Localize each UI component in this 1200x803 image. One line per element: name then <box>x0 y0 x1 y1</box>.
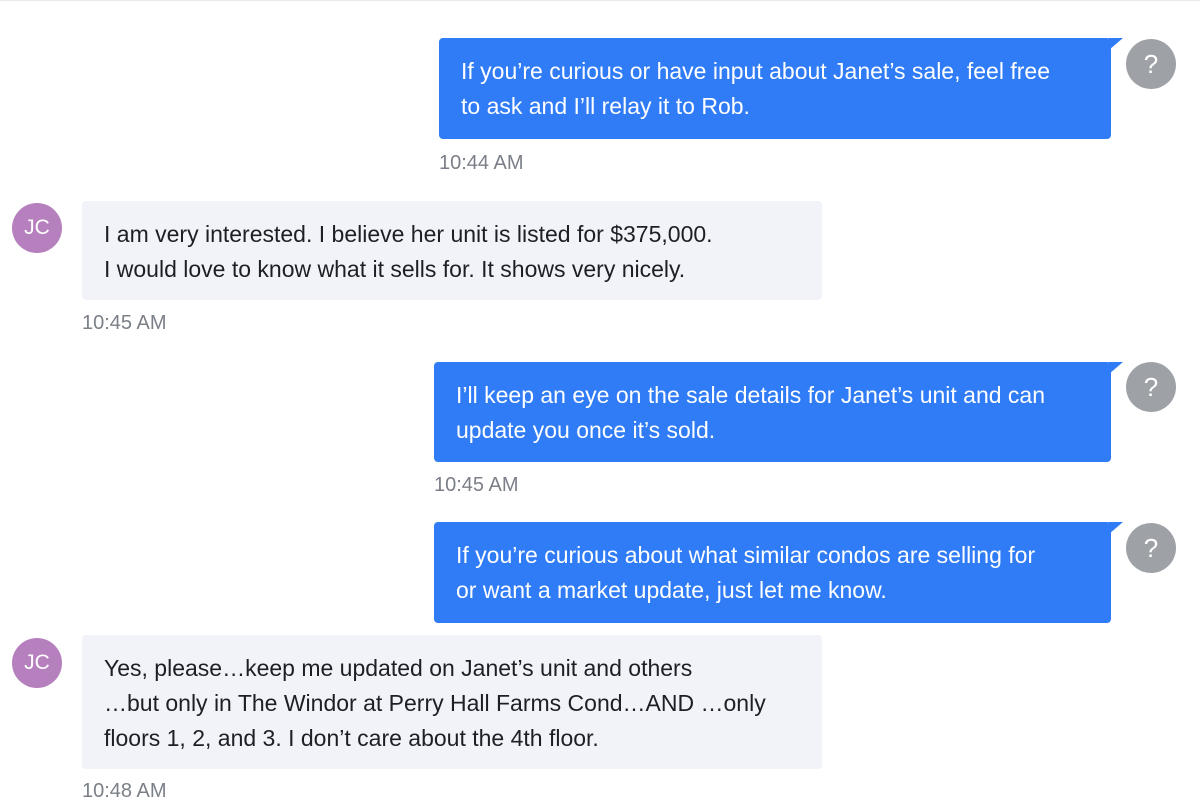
message-bubble-outgoing: If you’re curious or have input about Ja… <box>439 38 1123 139</box>
message-bubble-outgoing: I’ll keep an eye on the sale details for… <box>434 362 1123 462</box>
contact-avatar: JC <box>12 203 62 253</box>
question-mark-icon: ? <box>1143 532 1159 563</box>
message-text-line: …but only in The Windor at Perry Hall Fa… <box>104 690 766 716</box>
agent-avatar: ? <box>1126 39 1176 89</box>
message-bubble-incoming: Yes, please…keep me updated on Janet’s u… <box>82 635 822 769</box>
message-text-line: If you’re curious about what similar con… <box>456 542 1036 568</box>
agent-avatar: ? <box>1126 362 1176 412</box>
message-timestamp: 10:45 AM <box>434 474 519 496</box>
message-text-line: update you once it’s sold. <box>456 417 716 443</box>
message-bubble-incoming: I am very interested. I believe her unit… <box>82 201 822 300</box>
message-text-line: I would love to know what it sells for. … <box>104 256 686 282</box>
question-mark-icon: ? <box>1143 371 1159 402</box>
message-text-line: to ask and I’ll relay it to Rob. <box>461 93 750 119</box>
message-bubble-outgoing: If you’re curious about what similar con… <box>434 522 1123 623</box>
message-text-line: I am very interested. I believe her unit… <box>104 221 713 247</box>
question-mark-icon: ? <box>1143 48 1159 79</box>
agent-avatar: ? <box>1126 523 1176 573</box>
message-text-line: Yes, please…keep me updated on Janet’s u… <box>104 655 693 681</box>
message-text-line: floors 1, 2, and 3. I don’t care about t… <box>104 725 599 751</box>
message-timestamp: 10:44 AM <box>439 152 524 174</box>
top-divider <box>0 0 1200 1</box>
message-text-line: I’ll keep an eye on the sale details for… <box>456 382 1046 408</box>
message-text-line: If you’re curious or have input about Ja… <box>461 58 1050 84</box>
message-text-line: or want a market update, just let me kno… <box>456 577 887 603</box>
contact-avatar: JC <box>12 638 62 688</box>
message-timestamp: 10:45 AM <box>82 312 167 334</box>
